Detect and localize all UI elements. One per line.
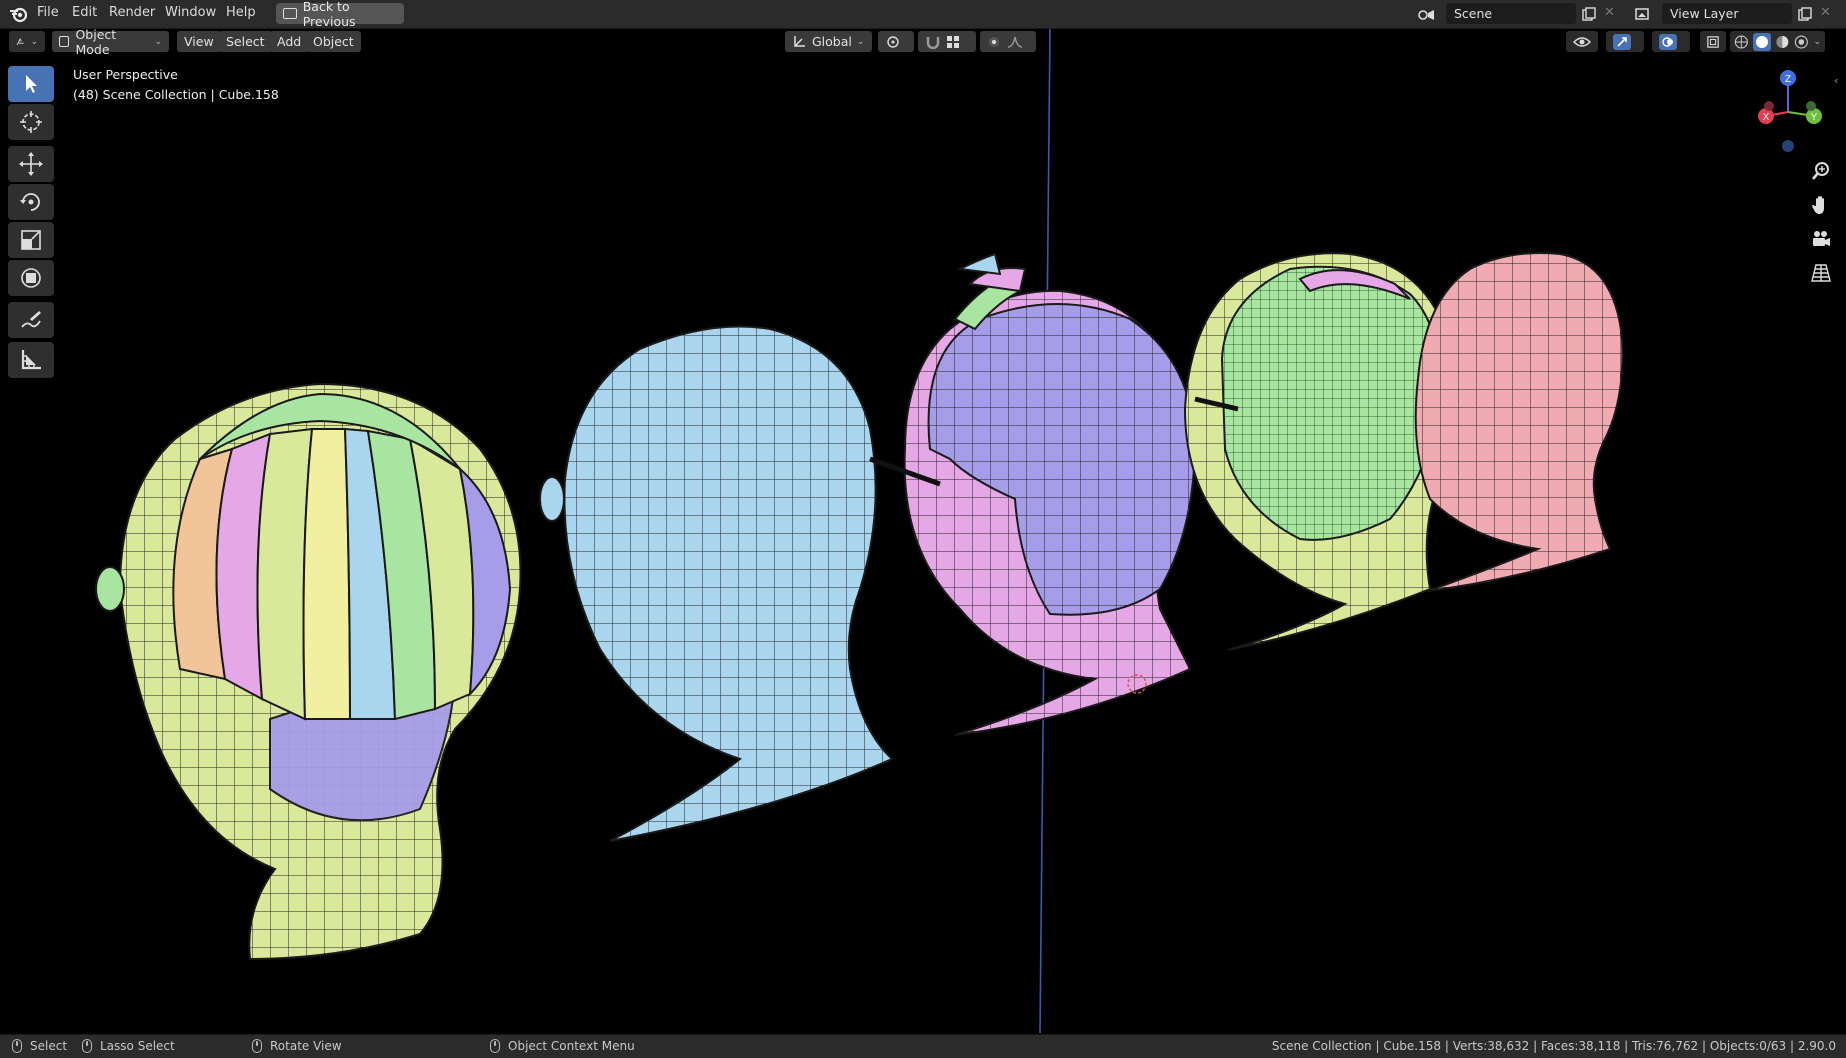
zoom-view-button[interactable] bbox=[1805, 155, 1837, 187]
status-context-label: Object Context Menu bbox=[508, 1039, 635, 1053]
camera-view-button[interactable] bbox=[1805, 223, 1837, 255]
window-icon bbox=[283, 8, 297, 19]
status-context: Object Context Menu bbox=[490, 1039, 635, 1053]
scene-name: Scene bbox=[1454, 6, 1493, 21]
gizmo-x-label: X bbox=[1763, 112, 1770, 123]
new-view-layer-icon[interactable] bbox=[1794, 3, 1816, 24]
hand-icon bbox=[1812, 196, 1824, 214]
delete-view-layer-icon[interactable]: ✕ bbox=[1820, 5, 1831, 20]
head-mesh-1[interactable] bbox=[95, 382, 522, 961]
mouse-drag-icon bbox=[82, 1039, 92, 1053]
gizmo-neg-x-axis[interactable] bbox=[1764, 101, 1774, 111]
perspective-toggle-button[interactable] bbox=[1805, 257, 1837, 289]
status-rotate: Rotate View bbox=[252, 1039, 342, 1053]
status-select: Select bbox=[12, 1039, 67, 1053]
scene-selector-icon[interactable] bbox=[1413, 3, 1443, 24]
status-lasso-label: Lasso Select bbox=[100, 1039, 175, 1053]
viewport-canvas[interactable] bbox=[0, 29, 1846, 1033]
back-to-previous-label: Back to Previous bbox=[302, 0, 356, 29]
head-mesh-4[interactable] bbox=[1183, 252, 1455, 651]
gizmo-y-label: Y bbox=[1811, 112, 1818, 123]
status-rotate-label: Rotate View bbox=[270, 1039, 342, 1053]
scene-field[interactable]: Scene bbox=[1446, 3, 1576, 24]
magnifier-icon bbox=[1812, 162, 1829, 180]
view-layer-field[interactable]: View Layer bbox=[1662, 3, 1792, 24]
view-layer-selector-icon[interactable] bbox=[1630, 3, 1660, 24]
scene-statistics: Scene Collection | Cube.158 | Verts:38,6… bbox=[1271, 1039, 1836, 1053]
gizmo-z-label: Z bbox=[1785, 74, 1791, 85]
delete-scene-icon[interactable]: ✕ bbox=[1604, 5, 1615, 20]
top-menubar: File Edit Render Window Help Back to Pre… bbox=[0, 0, 1846, 29]
status-select-label: Select bbox=[30, 1039, 68, 1053]
view-layer-name: View Layer bbox=[1670, 6, 1739, 21]
menu-window[interactable]: Window bbox=[165, 5, 216, 20]
gizmo-neg-z-axis[interactable] bbox=[1782, 140, 1794, 152]
gizmo-neg-y-axis[interactable] bbox=[1806, 101, 1816, 111]
blender-logo-icon[interactable] bbox=[9, 5, 29, 27]
head-mesh-2[interactable] bbox=[539, 325, 894, 842]
mouse-right-icon bbox=[490, 1039, 500, 1053]
head-mesh-3[interactable] bbox=[869, 252, 1197, 736]
back-to-previous-button[interactable]: Back to Previous bbox=[276, 0, 404, 29]
mouse-middle-icon bbox=[252, 1039, 262, 1053]
new-scene-icon[interactable] bbox=[1578, 3, 1600, 24]
pan-view-button[interactable] bbox=[1805, 189, 1837, 221]
mouse-left-icon bbox=[12, 1039, 22, 1053]
navigation-gizmo[interactable]: Z X Y bbox=[1740, 64, 1830, 160]
status-lasso: Lasso Select bbox=[82, 1039, 175, 1053]
head-mesh-5[interactable] bbox=[1414, 252, 1624, 592]
menu-file[interactable]: File bbox=[37, 5, 59, 20]
sidebar-toggle-icon[interactable]: ‹ bbox=[1834, 74, 1838, 87]
menu-edit[interactable]: Edit bbox=[72, 5, 97, 20]
camera-icon bbox=[1813, 231, 1830, 246]
menu-help[interactable]: Help bbox=[226, 5, 256, 20]
grid-perspective-icon bbox=[1811, 264, 1831, 282]
menu-render[interactable]: Render bbox=[109, 5, 155, 20]
status-bar: Select Lasso Select Rotate View Object C… bbox=[0, 1034, 1846, 1058]
